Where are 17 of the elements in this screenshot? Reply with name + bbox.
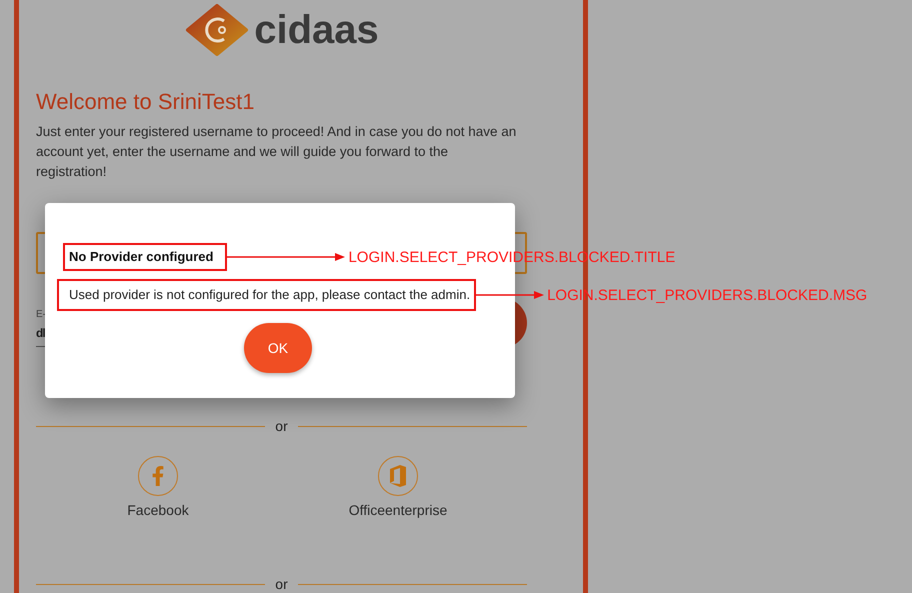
welcome-title: Welcome to SriniTest1: [36, 88, 256, 116]
welcome-text: Just enter your registered username to proceed! And in case you do not have an account yet, enter the username and we will guide you forward to the registration!: [36, 123, 518, 181]
provider-button[interactable]: [378, 456, 418, 496]
provider-label[interactable]: Officeenterprise: [348, 502, 448, 518]
ok-button[interactable]: OK: [244, 323, 312, 373]
divider-text: or: [275, 418, 288, 434]
email-value: dl: [36, 325, 45, 342]
provider-label[interactable]: Facebook: [127, 502, 189, 518]
provider-button[interactable]: [138, 456, 178, 496]
divider-text: or: [275, 576, 288, 592]
logo-icon: [184, 4, 250, 56]
dialog-message: Used provider is not configured for the app, please contact the admin.: [57, 279, 476, 311]
annotation-arrow: [476, 290, 544, 300]
logo-wordmark: cidaas: [254, 7, 379, 54]
email-label: E-: [36, 308, 46, 322]
dialog-title: No Provider configured: [63, 243, 228, 271]
office-icon: [388, 465, 408, 487]
